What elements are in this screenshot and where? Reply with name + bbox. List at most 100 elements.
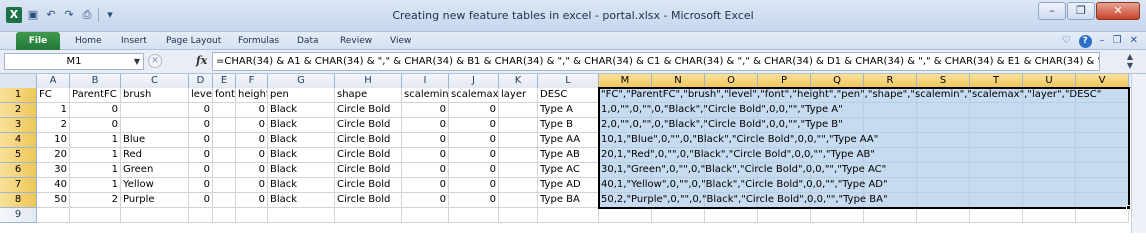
- cell-e4[interactable]: [213, 133, 236, 148]
- row-header-6[interactable]: 6: [0, 163, 37, 178]
- chevron-down-icon[interactable]: ▼: [1127, 61, 1133, 70]
- help-icon[interactable]: ?: [1078, 34, 1092, 48]
- cell-c1[interactable]: brush: [121, 88, 189, 103]
- cell-f5[interactable]: 0: [236, 148, 268, 163]
- cell-a6[interactable]: 30: [37, 163, 70, 178]
- formula-input[interactable]: =CHAR(34) & A1 & CHAR(34) & "," & CHAR(3…: [212, 52, 1100, 71]
- cell-m9[interactable]: [599, 208, 652, 223]
- column-header-b[interactable]: B: [70, 74, 121, 88]
- vertical-scrollbar[interactable]: [1131, 74, 1146, 233]
- cell-t7[interactable]: [970, 178, 1023, 193]
- cell-c9[interactable]: [121, 208, 189, 223]
- cell-f1[interactable]: height: [236, 88, 268, 103]
- cell-k5[interactable]: [499, 148, 538, 163]
- cell-h9[interactable]: [335, 208, 402, 223]
- tab-file[interactable]: File: [16, 32, 60, 50]
- cell-l3[interactable]: Type B: [538, 118, 599, 133]
- cell-b5[interactable]: 1: [70, 148, 121, 163]
- column-header-q[interactable]: Q: [811, 74, 864, 88]
- cell-v6[interactable]: [1076, 163, 1129, 178]
- cell-j9[interactable]: [449, 208, 499, 223]
- cell-i5[interactable]: 0: [402, 148, 449, 163]
- tab-formulas[interactable]: Formulas: [238, 34, 279, 48]
- cell-a8[interactable]: 50: [37, 193, 70, 208]
- cell-j1[interactable]: scalemax: [449, 88, 499, 103]
- cell-i8[interactable]: 0: [402, 193, 449, 208]
- cell-u9[interactable]: [1023, 208, 1076, 223]
- cell-s6[interactable]: [917, 163, 970, 178]
- cell-s7[interactable]: [917, 178, 970, 193]
- cell-a7[interactable]: 40: [37, 178, 70, 193]
- cell-s8[interactable]: [917, 193, 970, 208]
- cell-a4[interactable]: 10: [37, 133, 70, 148]
- cell-l5[interactable]: Type AB: [538, 148, 599, 163]
- cell-d8[interactable]: 0: [189, 193, 213, 208]
- cell-l7[interactable]: Type AD: [538, 178, 599, 193]
- cell-a1[interactable]: FC: [37, 88, 70, 103]
- column-header-d[interactable]: D: [189, 74, 213, 88]
- cell-c8[interactable]: Purple: [121, 193, 189, 208]
- cell-u6[interactable]: [1023, 163, 1076, 178]
- cell-s9[interactable]: [917, 208, 970, 223]
- cell-j6[interactable]: 0: [449, 163, 499, 178]
- cell-t8[interactable]: [970, 193, 1023, 208]
- workbook-minimize-button[interactable]: –: [1100, 34, 1105, 48]
- cell-i7[interactable]: 0: [402, 178, 449, 193]
- column-header-c[interactable]: C: [121, 74, 189, 88]
- cell-h6[interactable]: Circle Bold: [335, 163, 402, 178]
- column-header-v[interactable]: V: [1076, 74, 1129, 88]
- cell-l4[interactable]: Type AA: [538, 133, 599, 148]
- minimize-ribbon-icon[interactable]: ♡: [1062, 34, 1071, 48]
- cell-d5[interactable]: 0: [189, 148, 213, 163]
- cell-e5[interactable]: [213, 148, 236, 163]
- cell-i1[interactable]: scalemin: [402, 88, 449, 103]
- cell-l8[interactable]: Type BA: [538, 193, 599, 208]
- cell-d1[interactable]: level: [189, 88, 213, 103]
- cell-r9[interactable]: [864, 208, 917, 223]
- cell-d6[interactable]: 0: [189, 163, 213, 178]
- cell-t2[interactable]: [970, 103, 1023, 118]
- cell-c5[interactable]: Red: [121, 148, 189, 163]
- cell-h8[interactable]: Circle Bold: [335, 193, 402, 208]
- cell-l1[interactable]: DESC: [538, 88, 599, 103]
- cell-e3[interactable]: [213, 118, 236, 133]
- cell-u2[interactable]: [1023, 103, 1076, 118]
- cell-f6[interactable]: 0: [236, 163, 268, 178]
- column-header-o[interactable]: O: [705, 74, 758, 88]
- cell-v9[interactable]: [1076, 208, 1129, 223]
- cell-b2[interactable]: 0: [70, 103, 121, 118]
- cell-b1[interactable]: ParentFC: [70, 88, 121, 103]
- cell-t5[interactable]: [970, 148, 1023, 163]
- cell-e7[interactable]: [213, 178, 236, 193]
- row-header-8[interactable]: 8: [0, 193, 37, 208]
- cell-r2[interactable]: [864, 103, 917, 118]
- cell-g9[interactable]: [268, 208, 335, 223]
- column-header-f[interactable]: F: [236, 74, 268, 88]
- cell-k4[interactable]: [499, 133, 538, 148]
- cell-u8[interactable]: [1023, 193, 1076, 208]
- column-header-p[interactable]: P: [758, 74, 811, 88]
- cell-f7[interactable]: 0: [236, 178, 268, 193]
- insert-function-icon[interactable]: fx: [196, 54, 207, 67]
- cell-k3[interactable]: [499, 118, 538, 133]
- column-header-g[interactable]: G: [268, 74, 335, 88]
- cell-g2[interactable]: Black: [268, 103, 335, 118]
- cell-n9[interactable]: [652, 208, 705, 223]
- cell-f8[interactable]: 0: [236, 193, 268, 208]
- cell-k8[interactable]: [499, 193, 538, 208]
- cell-v5[interactable]: [1076, 148, 1129, 163]
- cell-c7[interactable]: Yellow: [121, 178, 189, 193]
- tab-page-layout[interactable]: Page Layout: [166, 34, 221, 48]
- cell-h5[interactable]: Circle Bold: [335, 148, 402, 163]
- cell-j7[interactable]: 0: [449, 178, 499, 193]
- cell-e9[interactable]: [213, 208, 236, 223]
- cell-e8[interactable]: [213, 193, 236, 208]
- select-all-corner[interactable]: [0, 74, 37, 88]
- worksheet-grid[interactable]: A B C D E F G H I J K L M N O P Q R S T U V 1 2 3 4 5 6 7 8 9 FC ParentF…: [0, 74, 1146, 233]
- column-header-m[interactable]: M: [599, 74, 652, 88]
- column-header-a[interactable]: A: [37, 74, 70, 88]
- cell-j4[interactable]: 0: [449, 133, 499, 148]
- cell-v8[interactable]: [1076, 193, 1129, 208]
- column-header-l[interactable]: L: [538, 74, 599, 88]
- cell-k1[interactable]: layer: [499, 88, 538, 103]
